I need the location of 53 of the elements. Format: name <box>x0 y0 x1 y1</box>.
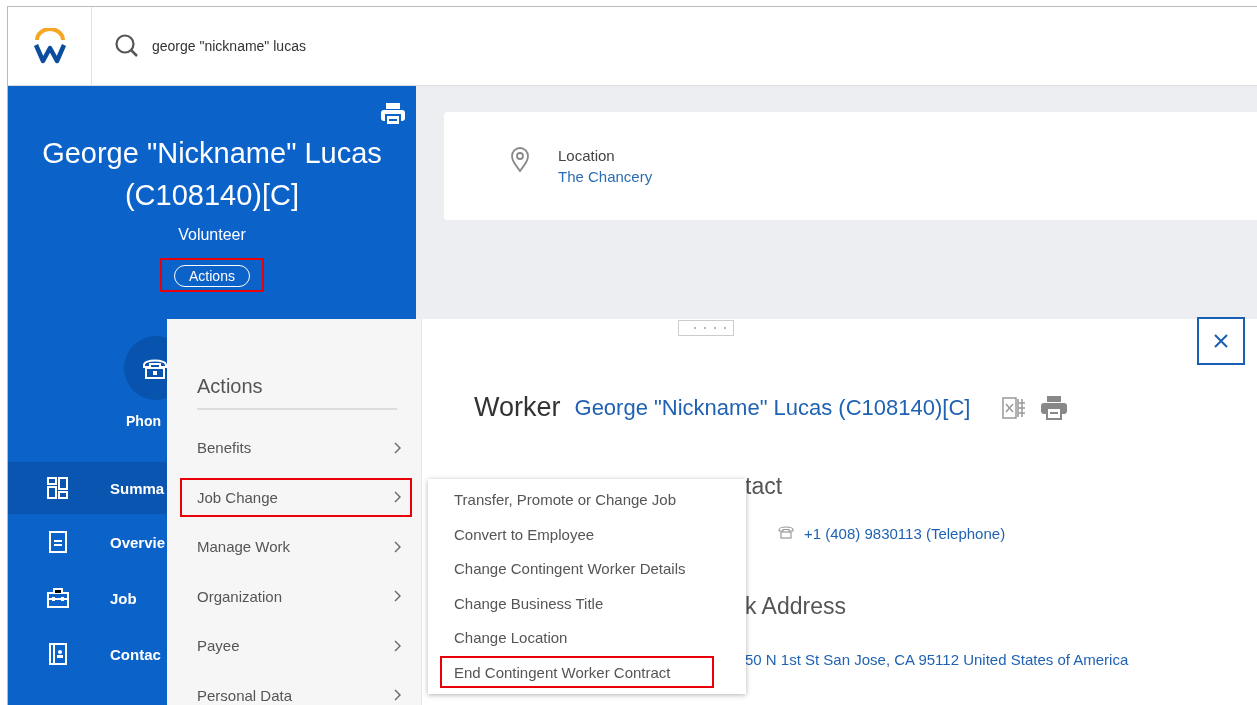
spreadsheet-icon[interactable] <box>1002 395 1027 420</box>
drag-handle[interactable] <box>678 320 734 336</box>
location-pin-icon <box>510 147 530 173</box>
panel-title: Worker <box>474 392 561 423</box>
chevron-icon <box>393 490 402 505</box>
nav-label: Job <box>110 589 137 607</box>
menu-item[interactable]: Job Change <box>180 477 412 517</box>
menu-item[interactable]: Payee <box>180 626 412 666</box>
section-heading: k Address <box>745 593 847 621</box>
phone-icon <box>778 525 794 539</box>
nav-label: Summa <box>110 479 165 497</box>
document-icon <box>46 530 70 554</box>
briefcase-icon <box>46 586 70 610</box>
nav-label: Overvie <box>110 533 166 551</box>
print-icon[interactable] <box>1040 394 1069 421</box>
section-heading: tact <box>745 473 784 501</box>
chevron-icon <box>393 589 402 604</box>
location-link[interactable]: The Chancery <box>558 168 653 185</box>
close-button[interactable] <box>1197 317 1245 365</box>
worker-role: Volunteer <box>178 226 246 244</box>
grid-icon <box>46 476 70 500</box>
submenu-item[interactable]: Change Contingent Worker Details <box>440 552 714 584</box>
print-icon[interactable] <box>380 102 406 126</box>
chevron-icon <box>393 638 402 653</box>
menu-item[interactable]: Manage Work <box>180 527 412 567</box>
submenu-item[interactable]: Change Location <box>440 621 714 653</box>
search-icon[interactable] <box>114 33 140 59</box>
menu-item[interactable]: Personal Data <box>180 675 412 705</box>
close-icon <box>1214 334 1228 348</box>
address-link[interactable]: 50 N 1st St San Jose, CA 95112 United States of America <box>745 651 1129 668</box>
menu-title: Actions <box>197 375 397 410</box>
submenu-item[interactable]: End Contingent Worker Contract <box>440 655 714 688</box>
nav-item[interactable]: Contac <box>8 626 167 682</box>
nav-item[interactable]: Overvie <box>8 514 167 570</box>
menu-item[interactable]: Organization <box>180 576 412 616</box>
chevron-icon <box>393 688 402 703</box>
submenu-item[interactable]: Transfer, Promote or Change Job <box>440 483 714 515</box>
nav-item[interactable]: Job <box>8 570 167 626</box>
location-label: Location <box>558 147 616 164</box>
chevron-icon <box>393 539 402 554</box>
phone-label: Phon <box>126 413 161 429</box>
search-field[interactable]: george "nickname" lucas <box>152 38 306 54</box>
menu-item[interactable]: Benefits <box>180 428 412 467</box>
submenu-item[interactable]: Change Business Title <box>440 586 714 619</box>
phone-link[interactable]: +1 (408) 9830113 (Telephone) <box>804 525 1006 542</box>
submenu-item[interactable]: Convert to Employee <box>440 517 714 550</box>
worker-link[interactable]: George "Nickname" Lucas (C108140)[C] <box>574 394 971 421</box>
logo-icon[interactable] <box>32 28 67 64</box>
address-book-icon <box>46 642 70 666</box>
chevron-icon <box>393 440 402 455</box>
worker-name: George "Nickname" Lucas (C108140)[C] <box>41 136 383 213</box>
nav-item[interactable]: Summa <box>8 462 167 514</box>
nav-label: Contac <box>110 645 161 663</box>
